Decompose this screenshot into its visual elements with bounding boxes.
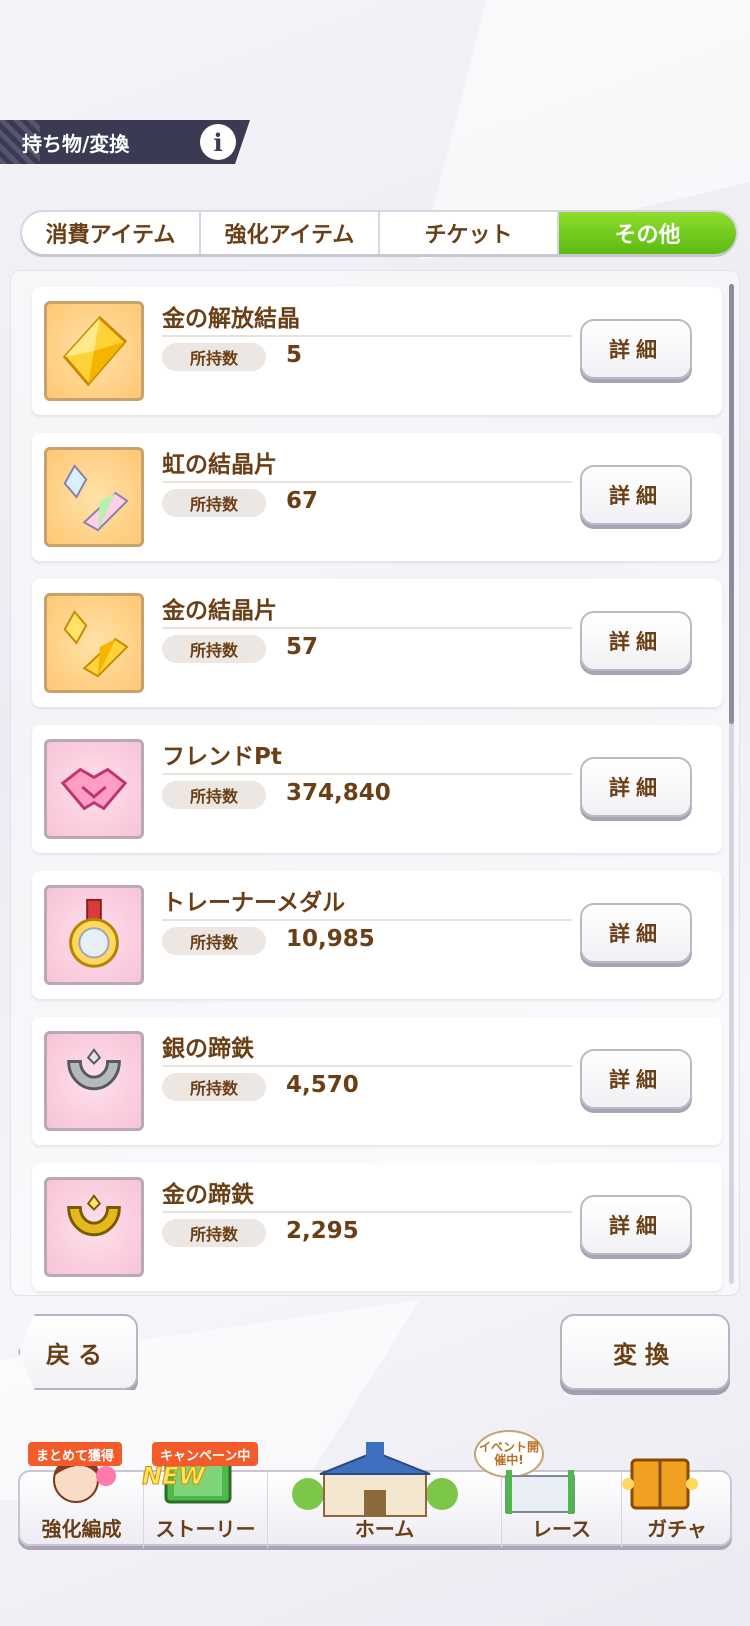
item-name: トレーナーメダル [162, 890, 346, 916]
medal-icon [44, 885, 144, 985]
category-tabs: 消費アイテム 強化アイテム チケット その他 [22, 212, 736, 254]
item-name: 金の解放結晶 [162, 306, 300, 332]
list-item: 金の解放結晶 所持数 5 詳細 [32, 287, 722, 415]
detail-button[interactable]: 詳細 [580, 1049, 692, 1109]
gacha-door-icon [622, 1458, 698, 1510]
divider [162, 1065, 572, 1067]
quantity-label: 所持数 [162, 343, 266, 371]
quantity-label: 所持数 [162, 1073, 266, 1101]
scrollbar-thumb[interactable] [729, 284, 734, 724]
silver-horseshoe-icon [44, 1031, 144, 1131]
quantity-value: 10,985 [286, 926, 375, 952]
item-name: 銀の蹄鉄 [162, 1036, 254, 1062]
divider [162, 773, 572, 775]
quantity-label: 所持数 [162, 927, 266, 955]
home-building-icon [292, 1442, 458, 1517]
back-button[interactable]: 戻る [18, 1314, 138, 1390]
divider [162, 481, 572, 483]
gold-shard-icon [44, 593, 144, 693]
divider [162, 1211, 572, 1213]
list-item: フレンドPt 所持数 374,840 詳細 [32, 725, 722, 853]
gold-horseshoe-icon [44, 1177, 144, 1277]
list-item: トレーナーメダル 所持数 10,985 詳細 [32, 871, 722, 999]
rainbow-shard-icon [44, 447, 144, 547]
divider [162, 335, 572, 337]
detail-button[interactable]: 詳細 [580, 757, 692, 817]
handshake-icon [44, 739, 144, 839]
quantity-value: 57 [286, 634, 319, 660]
info-icon[interactable]: i [200, 124, 236, 160]
item-name: 虹の結晶片 [162, 452, 277, 478]
detail-button[interactable]: 詳細 [580, 903, 692, 963]
detail-button[interactable]: 詳細 [580, 611, 692, 671]
nav-label: レース [532, 1517, 591, 1541]
page-title: 持ち物/変換 [22, 131, 130, 156]
quantity-value: 2,295 [286, 1218, 359, 1244]
race-gate-icon [505, 1470, 575, 1514]
divider [162, 627, 572, 629]
convert-button[interactable]: 変換 [560, 1314, 730, 1390]
item-name: フレンドPt [162, 744, 282, 770]
list-item: 虹の結晶片 所持数 67 詳細 [32, 433, 722, 561]
list-item: 金の結晶片 所持数 57 詳細 [32, 579, 722, 707]
divider [162, 919, 572, 921]
nav-label: ガチャ [647, 1517, 707, 1541]
quantity-label: 所持数 [162, 1219, 266, 1247]
detail-button[interactable]: 詳細 [580, 1195, 692, 1255]
list-item: 銀の蹄鉄 所持数 4,570 詳細 [32, 1017, 722, 1145]
quantity-label: 所持数 [162, 781, 266, 809]
nav-label: 強化編成 [41, 1517, 122, 1541]
item-name: 金の蹄鉄 [162, 1182, 254, 1208]
detail-button[interactable]: 詳細 [580, 319, 692, 379]
quantity-label: 所持数 [162, 635, 266, 663]
quantity-value: 67 [286, 488, 319, 514]
item-name: 金の結晶片 [162, 598, 277, 624]
tab-enhancement[interactable]: 強化アイテム [201, 212, 380, 254]
tab-other[interactable]: その他 [559, 212, 736, 254]
tab-consumables[interactable]: 消費アイテム [22, 212, 201, 254]
quantity-value: 5 [286, 342, 303, 368]
quantity-label: 所持数 [162, 489, 266, 517]
quantity-value: 374,840 [286, 780, 391, 806]
campaign-badge: まとめて獲得 [28, 1442, 123, 1466]
detail-button[interactable]: 詳細 [580, 465, 692, 525]
new-tag: NEW [142, 1462, 206, 1491]
gold-crystal-icon [44, 301, 144, 401]
nav-label: ストーリー [155, 1517, 256, 1541]
quantity-value: 4,570 [286, 1072, 359, 1098]
tab-tickets[interactable]: チケット [380, 212, 559, 254]
list-item: 金の蹄鉄 所持数 2,295 詳細 [32, 1163, 722, 1291]
